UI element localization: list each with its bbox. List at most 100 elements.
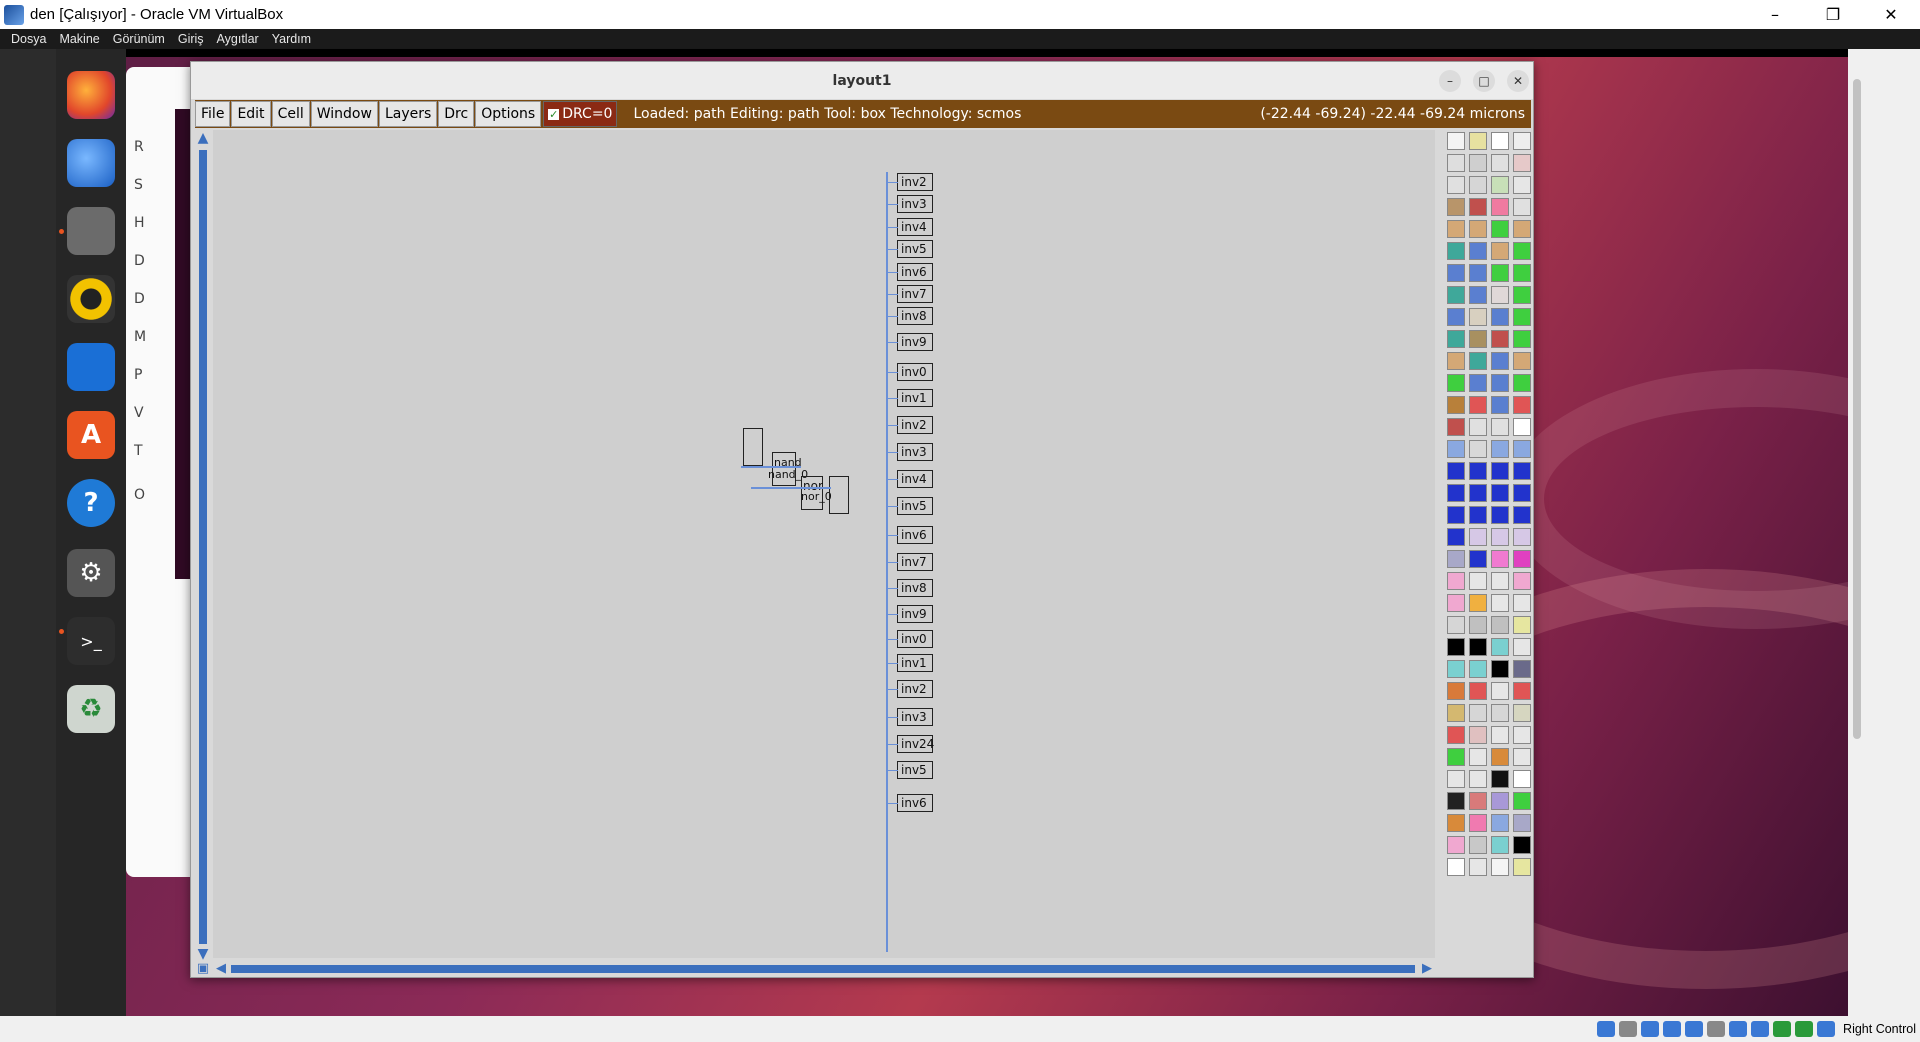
layer-swatch[interactable] bbox=[1513, 594, 1531, 612]
layer-swatch[interactable] bbox=[1469, 352, 1487, 370]
layer-swatch[interactable] bbox=[1447, 682, 1465, 700]
layer-swatch[interactable] bbox=[1491, 528, 1509, 546]
layer-swatch[interactable] bbox=[1469, 462, 1487, 480]
display-icon[interactable] bbox=[1729, 1021, 1748, 1037]
zoom-box-icon[interactable]: ▣ bbox=[195, 961, 211, 977]
layout-canvas[interactable]: nand nand_0 nor nor_0 inv2 inv3 inv4 inv5 in… bbox=[213, 130, 1435, 958]
menu-makine[interactable]: Makine bbox=[59, 32, 99, 46]
files-sidebar-item[interactable]: O bbox=[134, 487, 145, 503]
maximize-button[interactable]: ❐ bbox=[1804, 0, 1862, 29]
files-sidebar-item[interactable]: D bbox=[134, 291, 145, 307]
menu-edit[interactable]: Edit bbox=[231, 101, 271, 127]
files-sidebar-item[interactable]: V bbox=[134, 405, 144, 421]
layer-swatch[interactable] bbox=[1491, 814, 1509, 832]
layer-swatch[interactable] bbox=[1513, 396, 1531, 414]
layer-swatch[interactable] bbox=[1513, 374, 1531, 392]
cell-box[interactable] bbox=[743, 428, 763, 466]
layer-swatch[interactable] bbox=[1513, 792, 1531, 810]
terminal-icon[interactable]: >_ bbox=[67, 617, 115, 665]
layer-swatch[interactable] bbox=[1491, 264, 1509, 282]
layer-swatch[interactable] bbox=[1447, 638, 1465, 656]
layer-swatch[interactable] bbox=[1513, 462, 1531, 480]
layer-swatch[interactable] bbox=[1491, 770, 1509, 788]
layer-swatch[interactable] bbox=[1447, 550, 1465, 568]
layer-swatch[interactable] bbox=[1513, 814, 1531, 832]
settings-icon[interactable]: ⚙ bbox=[67, 549, 115, 597]
layer-swatch[interactable] bbox=[1447, 770, 1465, 788]
firefox-icon[interactable] bbox=[67, 71, 115, 119]
layer-swatch[interactable] bbox=[1469, 220, 1487, 238]
layer-swatch[interactable] bbox=[1447, 264, 1465, 282]
layer-swatch[interactable] bbox=[1469, 616, 1487, 634]
layer-swatch[interactable] bbox=[1491, 220, 1509, 238]
arrow-down-icon[interactable]: ▼ bbox=[195, 946, 211, 962]
arrow-up-icon[interactable]: ▲ bbox=[195, 130, 211, 146]
layer-swatch[interactable] bbox=[1469, 506, 1487, 524]
layer-swatch[interactable] bbox=[1469, 792, 1487, 810]
layer-swatch[interactable] bbox=[1491, 440, 1509, 458]
files-sidebar-item[interactable]: H bbox=[134, 215, 145, 231]
layer-swatch[interactable] bbox=[1469, 198, 1487, 216]
layer-swatch[interactable] bbox=[1513, 264, 1531, 282]
files-sidebar-item[interactable]: R bbox=[134, 139, 144, 155]
layer-swatch[interactable] bbox=[1447, 440, 1465, 458]
layer-swatch[interactable] bbox=[1513, 858, 1531, 876]
layer-swatch[interactable] bbox=[1469, 396, 1487, 414]
layer-swatch[interactable] bbox=[1447, 462, 1465, 480]
layer-swatch[interactable] bbox=[1513, 352, 1531, 370]
layer-swatch[interactable] bbox=[1513, 330, 1531, 348]
layer-swatch[interactable] bbox=[1469, 154, 1487, 172]
cpu-icon[interactable] bbox=[1773, 1021, 1792, 1037]
layer-swatch[interactable] bbox=[1469, 660, 1487, 678]
layer-swatch[interactable] bbox=[1513, 506, 1531, 524]
layer-swatch[interactable] bbox=[1491, 616, 1509, 634]
layer-swatch[interactable] bbox=[1469, 176, 1487, 194]
layer-swatch[interactable] bbox=[1491, 132, 1509, 150]
layer-swatch[interactable] bbox=[1447, 176, 1465, 194]
layer-swatch[interactable] bbox=[1447, 352, 1465, 370]
layer-swatch[interactable] bbox=[1469, 330, 1487, 348]
layer-swatch[interactable] bbox=[1513, 440, 1531, 458]
files-sidebar-item[interactable]: T bbox=[134, 443, 143, 459]
optical-icon[interactable] bbox=[1619, 1021, 1638, 1037]
rhythmbox-icon[interactable] bbox=[67, 275, 115, 323]
layer-swatch[interactable] bbox=[1491, 506, 1509, 524]
layer-swatch[interactable] bbox=[1513, 132, 1531, 150]
arrow-left-icon[interactable]: ◀ bbox=[213, 961, 229, 977]
close-button[interactable]: ✕ bbox=[1507, 70, 1529, 92]
scroll-thumb[interactable] bbox=[1853, 79, 1861, 739]
menu-layers[interactable]: Layers bbox=[378, 101, 438, 127]
close-button[interactable]: ✕ bbox=[1862, 0, 1920, 29]
layer-swatch[interactable] bbox=[1447, 330, 1465, 348]
layer-swatch[interactable] bbox=[1513, 726, 1531, 744]
layer-swatch[interactable] bbox=[1513, 418, 1531, 436]
menu-yardim[interactable]: Yardım bbox=[272, 32, 311, 46]
layer-swatch[interactable] bbox=[1447, 616, 1465, 634]
layer-swatch[interactable] bbox=[1469, 484, 1487, 502]
layer-swatch[interactable] bbox=[1491, 176, 1509, 194]
layer-swatch[interactable] bbox=[1491, 308, 1509, 326]
layer-swatch[interactable] bbox=[1491, 352, 1509, 370]
layer-swatch[interactable] bbox=[1469, 374, 1487, 392]
menu-file[interactable]: File bbox=[195, 101, 231, 127]
layer-swatch[interactable] bbox=[1491, 550, 1509, 568]
layer-swatch[interactable] bbox=[1513, 154, 1531, 172]
layer-swatch[interactable] bbox=[1447, 220, 1465, 238]
recording-icon[interactable] bbox=[1751, 1021, 1770, 1037]
layer-swatch[interactable] bbox=[1469, 242, 1487, 260]
layer-swatch[interactable] bbox=[1491, 154, 1509, 172]
host-vertical-scrollbar[interactable] bbox=[1848, 49, 1866, 1016]
layer-swatch[interactable] bbox=[1513, 616, 1531, 634]
layer-swatch[interactable] bbox=[1447, 726, 1465, 744]
horizontal-scroll-thumb[interactable] bbox=[231, 965, 1415, 973]
layer-swatch[interactable] bbox=[1447, 836, 1465, 854]
layer-swatch[interactable] bbox=[1447, 418, 1465, 436]
layer-swatch[interactable] bbox=[1491, 572, 1509, 590]
layer-swatch[interactable] bbox=[1513, 484, 1531, 502]
layer-swatch[interactable] bbox=[1513, 682, 1531, 700]
layer-swatch[interactable] bbox=[1469, 638, 1487, 656]
layer-swatch[interactable] bbox=[1469, 594, 1487, 612]
layer-swatch[interactable] bbox=[1469, 286, 1487, 304]
layer-swatch[interactable] bbox=[1469, 836, 1487, 854]
layer-swatch[interactable] bbox=[1491, 638, 1509, 656]
